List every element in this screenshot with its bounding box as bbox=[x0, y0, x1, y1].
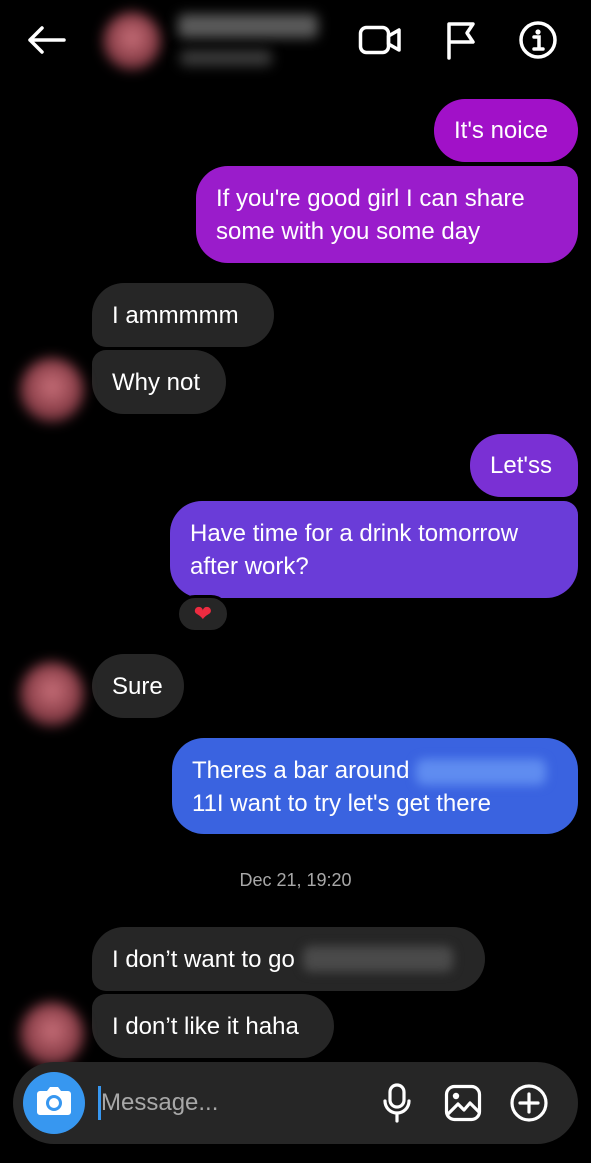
message-text: It's noice bbox=[454, 117, 548, 144]
incoming-message[interactable]: Why not bbox=[92, 350, 226, 414]
redacted-location bbox=[416, 758, 547, 785]
message-text: I don’t want to go bbox=[112, 945, 295, 973]
sender-avatar[interactable] bbox=[20, 358, 84, 422]
outgoing-message[interactable]: Let'ss bbox=[470, 434, 578, 497]
flag-icon[interactable] bbox=[438, 18, 482, 62]
outgoing-message[interactable]: If you're good girl I can share some wit… bbox=[196, 166, 578, 263]
heart-icon: ❤ bbox=[193, 601, 213, 626]
incoming-message[interactable]: I ammmmm bbox=[92, 283, 274, 347]
camera-button[interactable] bbox=[23, 1072, 85, 1134]
message-text: Sure bbox=[112, 672, 163, 700]
camera-icon bbox=[35, 1085, 73, 1122]
plus-icon[interactable] bbox=[507, 1081, 551, 1125]
message-text-line: after work? bbox=[190, 553, 309, 580]
video-call-icon[interactable] bbox=[358, 18, 402, 62]
contact-name-redacted[interactable] bbox=[178, 14, 318, 38]
message-text: I ammmmm bbox=[112, 301, 239, 329]
message-text-line: If you're good girl I can share bbox=[216, 185, 525, 212]
heart-reaction[interactable]: ❤ bbox=[176, 595, 230, 633]
outgoing-message[interactable]: Have time for a drink tomorrow after wor… bbox=[170, 501, 578, 598]
contact-username-redacted bbox=[180, 50, 272, 66]
message-text-fragment: Theres a bar around bbox=[192, 757, 410, 784]
message-text: Why not bbox=[112, 368, 201, 396]
message-text-line: Have time for a drink tomorrow bbox=[190, 520, 519, 547]
incoming-message[interactable]: I don’t like it haha bbox=[92, 994, 334, 1058]
sender-avatar[interactable] bbox=[20, 662, 84, 726]
gallery-icon[interactable] bbox=[441, 1081, 485, 1125]
message-composer bbox=[13, 1062, 578, 1144]
outgoing-message[interactable]: It's noice bbox=[434, 99, 578, 162]
contact-avatar[interactable] bbox=[103, 12, 161, 70]
message-input[interactable] bbox=[101, 1084, 361, 1122]
outgoing-message[interactable]: Theres a bar around 11I want to try let'… bbox=[172, 738, 578, 834]
redacted-text bbox=[302, 946, 453, 972]
microphone-icon[interactable] bbox=[375, 1081, 419, 1125]
incoming-message[interactable]: I don’t want to go bbox=[92, 927, 485, 991]
message-text-line: Theres a bar around bbox=[192, 754, 547, 787]
sender-avatar[interactable] bbox=[20, 1002, 84, 1066]
incoming-message[interactable]: Sure bbox=[92, 654, 184, 718]
back-arrow-icon[interactable] bbox=[24, 22, 68, 58]
message-text: I don’t like it haha bbox=[112, 1012, 299, 1040]
message-text-line: 11I want to try let's get there bbox=[192, 790, 491, 817]
chat-header bbox=[0, 0, 591, 80]
message-text-line: some with you some day bbox=[216, 218, 481, 245]
message-text: Let'ss bbox=[490, 452, 552, 479]
info-icon[interactable] bbox=[516, 18, 560, 62]
conversation-timestamp: Dec 21, 19:20 bbox=[239, 870, 352, 890]
